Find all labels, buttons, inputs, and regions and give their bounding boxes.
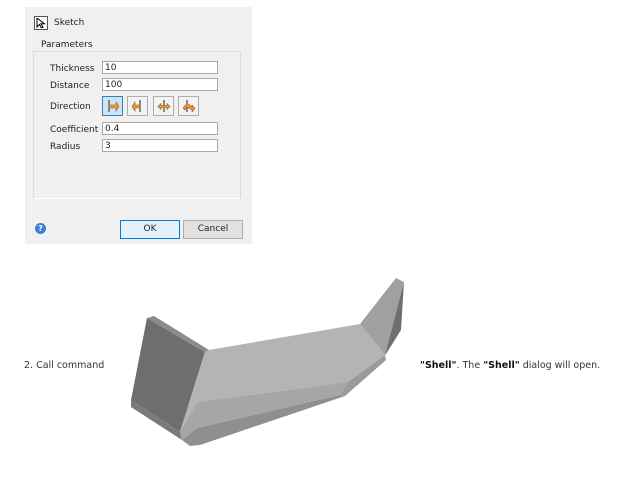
instruction-step-text: 2. Call command (24, 360, 105, 371)
direction-forward-icon (108, 100, 120, 112)
direction-reverse-icon (131, 100, 141, 112)
shell-command-name: "Shell" (420, 360, 457, 371)
direction-middle-icon (182, 100, 196, 113)
instruction-suffix: dialog will open. (519, 360, 601, 371)
direction-reverse-button[interactable] (127, 96, 148, 116)
help-icon[interactable]: ? (35, 223, 46, 234)
direction-forward-button[interactable] (102, 96, 123, 116)
sketch-select-button[interactable] (34, 16, 48, 30)
thickness-input[interactable] (102, 61, 218, 74)
thickness-label: Thickness (50, 64, 95, 74)
parameters-dialog: Sketch Parameters Thickness Distance Dir… (25, 7, 252, 244)
sheet-metal-model-image (131, 278, 404, 446)
direction-both-icon (157, 100, 171, 112)
cursor-arrow-icon (36, 18, 46, 28)
parameters-group-title: Parameters (38, 40, 96, 50)
instruction-middle: . The (456, 360, 484, 371)
coefficient-input[interactable] (102, 122, 218, 135)
radius-label: Radius (50, 142, 81, 152)
distance-label: Distance (50, 81, 90, 91)
cancel-button[interactable]: Cancel (183, 220, 243, 239)
shell-dialog-name: "Shell" (483, 360, 520, 371)
distance-input[interactable] (102, 78, 218, 91)
sketch-label: Sketch (54, 18, 85, 28)
instruction-continuation: "Shell". The "Shell" dialog will open. (420, 360, 600, 371)
coefficient-label: Coefficient (50, 125, 99, 135)
direction-label: Direction (50, 102, 91, 112)
radius-input[interactable] (102, 139, 218, 152)
direction-middle-button[interactable] (178, 96, 199, 116)
ok-button[interactable]: OK (120, 220, 180, 239)
direction-both-button[interactable] (153, 96, 174, 116)
